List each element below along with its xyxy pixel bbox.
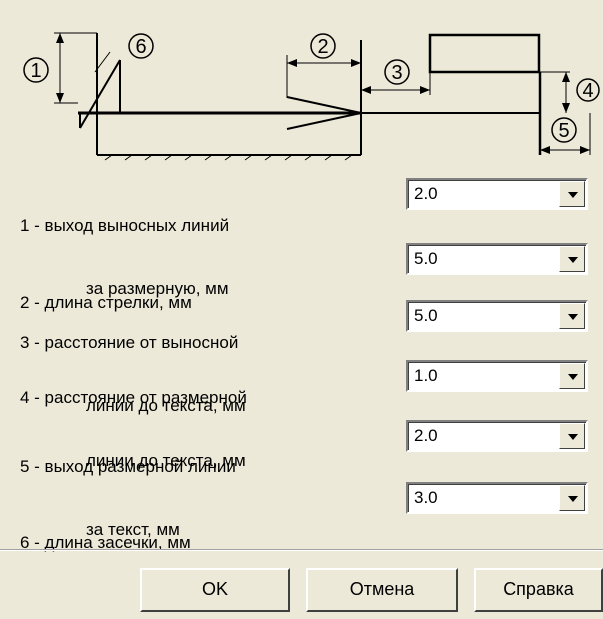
tick-length-combo[interactable]: 3.0 (406, 482, 588, 514)
callout-4: 4 (582, 80, 593, 102)
extension-text-gap-dropdown-button[interactable] (559, 303, 585, 329)
setting-label-5-line1: 5 - выход размерной линии (20, 457, 236, 476)
tick-length-dropdown-button[interactable] (559, 485, 585, 511)
callout-2: 2 (317, 36, 328, 58)
dimension-text-gap-combo[interactable]: 1.0 (406, 360, 588, 392)
arrow-length-value: 5.0 (414, 249, 438, 268)
arrow-length-combo[interactable]: 5.0 (406, 243, 588, 275)
chevron-down-icon (568, 192, 578, 198)
dimension-overshoot-combo[interactable]: 2.0 (406, 420, 588, 452)
chevron-down-icon (568, 257, 578, 263)
chevron-down-icon (568, 496, 578, 502)
callout-5: 5 (558, 120, 569, 142)
dimension-diagram: 1 2 3 4 5 6 (23, 32, 600, 161)
extension-text-gap-value: 5.0 (414, 306, 438, 325)
extension-text-gap-combo[interactable]: 5.0 (406, 300, 588, 332)
extension-overshoot-value: 2.0 (414, 184, 438, 203)
dimension-overshoot-value: 2.0 (414, 426, 438, 445)
dimension-text-gap-value: 1.0 (414, 366, 438, 385)
chevron-down-icon (568, 314, 578, 320)
chevron-down-icon (568, 374, 578, 380)
ok-button[interactable]: OK (140, 568, 290, 612)
extension-overshoot-combo[interactable]: 2.0 (406, 178, 588, 210)
chevron-down-icon (568, 434, 578, 440)
extension-overshoot-dropdown-button[interactable] (559, 181, 585, 207)
dimension-text-gap-dropdown-button[interactable] (559, 363, 585, 389)
callout-6: 6 (135, 36, 146, 58)
setting-label-4-line1: 4 - расстояние от размерной (20, 388, 247, 407)
cancel-button[interactable]: Отмена (306, 568, 458, 612)
separator (0, 549, 603, 551)
dimension-overshoot-dropdown-button[interactable] (559, 423, 585, 449)
callout-1: 1 (30, 60, 41, 82)
setting-label-6: 6 - длина засечки, мм (20, 490, 191, 574)
arrow-length-dropdown-button[interactable] (559, 246, 585, 272)
setting-label-1-line1: 1 - выход выносных линий (20, 216, 230, 235)
callout-3: 3 (391, 62, 402, 84)
help-button[interactable]: Справка (474, 568, 603, 612)
tick-length-value: 3.0 (414, 488, 438, 507)
